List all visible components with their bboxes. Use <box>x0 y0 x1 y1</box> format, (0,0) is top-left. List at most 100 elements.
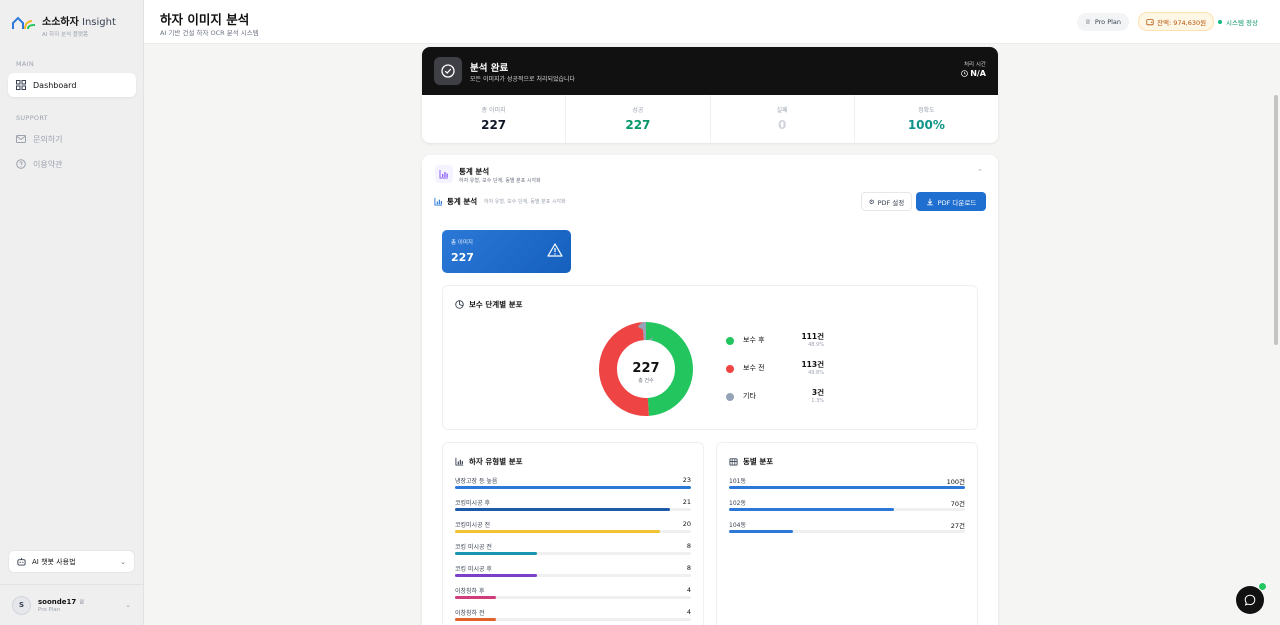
stat-value: 227 <box>625 118 651 132</box>
bar-chart-icon <box>434 197 443 206</box>
brand-subtitle: AI 하자 분석 플랫폼 <box>42 32 89 38</box>
user-plan: Pro Plan <box>38 606 61 613</box>
sidebar-item-label: 이용약관 <box>33 159 63 169</box>
crown-icon: ♕ <box>78 597 85 606</box>
bar-fill <box>729 530 793 533</box>
bar-label: 이창칭하 전 <box>455 610 485 617</box>
bar-row: 이창칭하 전 4 <box>455 608 691 625</box>
summary-stats: 총 이미지 227 성공 227 실패 0 정확도 100% <box>422 95 998 143</box>
pdf-download-button[interactable]: PDF 다운로드 <box>916 192 986 211</box>
bar-track <box>729 508 965 511</box>
system-status: 시스템 정상 <box>1218 17 1258 27</box>
dong-chart-card: 동별 분포 101동 100건 102동 70건 104동 27건 <box>716 442 978 625</box>
bar-track <box>729 530 965 533</box>
bar-label: 냉장고장 등 높음 <box>455 478 498 485</box>
bar-fill <box>729 508 895 511</box>
analysis-complete-title: 분석 완료 <box>470 63 509 74</box>
bar-row: 냉장고장 등 높음 23 <box>455 476 691 494</box>
stat-accuracy: 정확도 100% <box>855 95 998 143</box>
bar-row: 104동 27건 <box>729 520 965 538</box>
stat-value: 227 <box>481 118 507 132</box>
bar-label: 코킹 미시공 전 <box>455 544 492 551</box>
avatar: S <box>12 595 31 615</box>
legend-item: 보수 전 113건 49.8% <box>726 359 824 379</box>
bar-fill <box>729 486 965 489</box>
analysis-complete-subtitle: 모든 이미지가 성공적으로 처리되었습니다 <box>470 76 576 83</box>
user-menu[interactable]: S soonde17 ♕ Pro Plan ⌄ <box>0 584 143 625</box>
pdf-settings-button[interactable]: ⚙ PDF 설정 <box>861 192 912 211</box>
card-title: 하자 유형별 분포 <box>455 456 523 467</box>
bar-track <box>455 508 691 511</box>
bar-value: 4 <box>686 608 691 616</box>
analysis-complete-header: 분석 완료 모든 이미지가 성공적으로 처리되었습니다 처리 시간 N/A <box>422 47 998 95</box>
bot-icon <box>17 557 26 566</box>
donut-center-value: 227 <box>632 361 659 376</box>
main-section-label: MAIN <box>16 60 35 68</box>
repair-stage-donut: 227 총 건수 <box>599 322 693 416</box>
repair-stage-chart-card: 보수 단계별 분포 227 총 건수 보수 후 111건 48.9% 보수 전 113건… <box>442 285 978 430</box>
bar-track <box>455 618 691 621</box>
chevron-down-icon: ⌄ <box>125 601 131 609</box>
bar-fill <box>455 486 691 489</box>
legend-name: 기타 <box>743 392 756 400</box>
bar-label: 코킹미시공 전 <box>455 522 491 529</box>
ai-bot-guide-button[interactable]: AI 챗봇 사용법 ⌄ <box>8 550 135 573</box>
bar-fill <box>455 530 661 533</box>
bar-track <box>729 486 965 489</box>
processing-time-value: N/A <box>961 69 986 78</box>
bar-label: 이창칭하 후 <box>455 588 485 595</box>
bar-row: 101동 100건 <box>729 476 965 494</box>
brand[interactable]: 소소하자 Insight AI 하자 분석 플랫폼 <box>12 13 116 38</box>
bar-value: 20 <box>682 520 691 528</box>
bar-label: 104동 <box>729 522 746 529</box>
grid-icon <box>16 80 26 90</box>
bar-track <box>455 530 691 533</box>
chat-notification-dot <box>1258 582 1267 591</box>
bar-value: 8 <box>686 564 691 572</box>
stat-value: 100% <box>907 118 945 132</box>
plan-badge[interactable]: ♕ Pro Plan <box>1077 13 1130 31</box>
sidebar-item-terms[interactable]: 이용약관 <box>8 152 136 176</box>
legend-item: 기타 3건 1.3% <box>726 387 824 407</box>
sidebar-item-contact[interactable]: 문의하기 <box>8 127 136 151</box>
bar-row: 코킹 미시공 전 8 <box>455 542 691 560</box>
legend-dot <box>726 337 734 345</box>
warning-icon <box>547 243 563 257</box>
bar-label: 102동 <box>729 500 746 507</box>
ai-bot-guide-label: AI 챗봇 사용법 <box>32 557 76 566</box>
bar-value: 70건 <box>950 500 965 508</box>
inner-section-title: 통계 분석 <box>434 196 477 207</box>
legend-dot <box>726 365 734 373</box>
chevron-up-icon[interactable]: ⌃ <box>977 168 983 176</box>
brand-logo-icon <box>12 15 36 30</box>
bar-value: 4 <box>686 586 691 594</box>
legend-count: 111건 <box>801 332 824 341</box>
bar-row: 102동 70건 <box>729 498 965 516</box>
check-circle-icon <box>434 57 462 85</box>
stat-success: 성공 227 <box>566 95 711 143</box>
crown-icon: ♕ <box>1085 18 1091 26</box>
analysis-complete-card: 분석 완료 모든 이미지가 성공적으로 처리되었습니다 처리 시간 N/A 총 … <box>422 47 998 143</box>
brand-name: 소소하자 Insight <box>42 17 116 28</box>
bar-label: 101동 <box>729 478 746 485</box>
scrollbar-thumb[interactable] <box>1274 95 1278 345</box>
bar-fill <box>455 508 671 511</box>
bar-value: 8 <box>686 542 691 550</box>
panel-title: 통계 분석 <box>459 167 490 176</box>
bar-row: 이창칭하 후 4 <box>455 586 691 604</box>
mail-icon <box>16 135 26 143</box>
stat-total: 총 이미지 227 <box>422 95 567 143</box>
stat-value: 0 <box>777 118 787 132</box>
statistics-panel: 통계 분석 하자 유형, 보수 단계, 동별 분포 시각화 ⌃ 통계 분석 하자… <box>422 155 998 625</box>
sidebar-item-dashboard[interactable]: Dashboard <box>8 73 136 97</box>
help-icon <box>16 159 26 169</box>
balance-badge[interactable]: 잔액: 974,630원 <box>1138 12 1215 31</box>
donut-center-label: 총 건수 <box>638 377 654 384</box>
bar-track <box>455 552 691 555</box>
wallet-icon <box>1146 18 1154 25</box>
legend-count: 3건 <box>811 388 824 397</box>
panel-subtitle: 하자 유형, 보수 단계, 동별 분포 시각화 <box>459 178 541 184</box>
legend-name: 보수 후 <box>743 336 765 344</box>
top-header: 하자 이미지 분석 AI 기반 건설 하자 OCR 분석 시스템 ♕ Pro P… <box>144 0 1280 44</box>
bar-fill <box>455 552 538 555</box>
